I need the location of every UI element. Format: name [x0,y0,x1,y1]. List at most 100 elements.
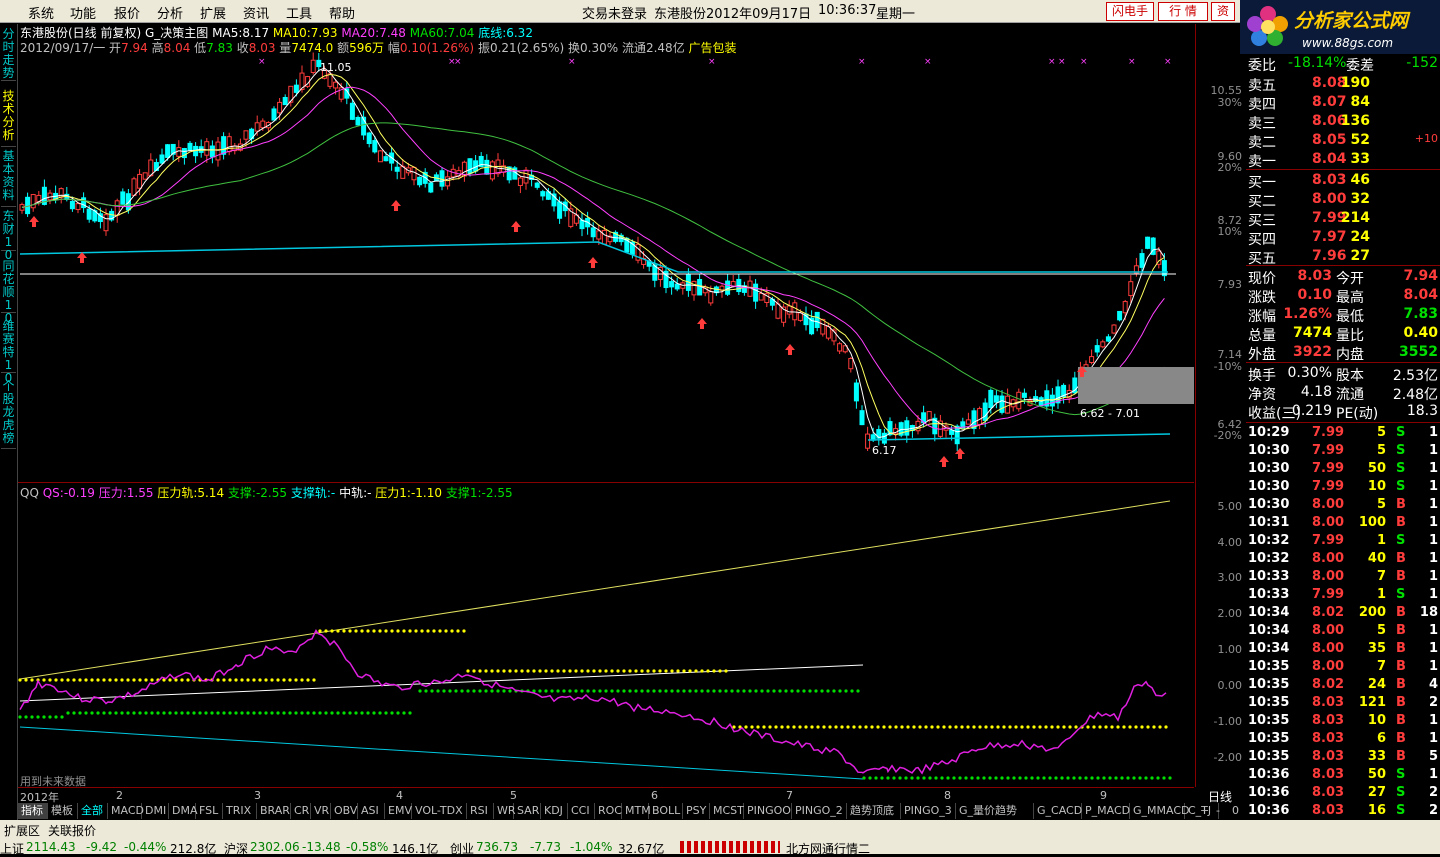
support-dot [424,689,428,693]
tick-row: 10:34 8.00 5 B 1 [1246,622,1440,640]
support-dot [72,711,76,715]
menu-extend[interactable]: 扩展 [200,3,226,22]
indicator-tab[interactable]: ASI [358,803,385,819]
indicator-tab[interactable]: PINGO_3 [901,803,956,819]
candle-body [708,291,714,304]
pressure-dot [1032,725,1036,729]
price-chart-area[interactable]: 东港股份(日线 前复权) G_决策主图 MA5:8.17 MA10:7.93 M… [18,24,1194,482]
indicator-tab[interactable]: WR [494,803,516,819]
ask-row[interactable]: 卖四 8.07 84 [1246,93,1440,113]
support-dot [778,689,782,693]
ask-row[interactable]: 卖三 8.06 136 [1246,112,1440,132]
indicator-pane[interactable]: QQ QS:-0.19 压力:1.55 压力轨:5.14 支撑:-2.55 支撑… [18,482,1194,788]
indicator-tab[interactable]: G_量价趋势 [956,803,1034,819]
zoom-in-button[interactable]: + [1200,804,1209,817]
indicator-tab[interactable]: 模板 [48,803,78,819]
indicator-tab[interactable]: MACD [108,803,144,819]
menu-news[interactable]: 资讯 [243,3,269,22]
indicator-tab[interactable]: G_CACD [1034,803,1082,819]
tab-extension[interactable]: 扩展区 [4,822,40,839]
info-button[interactable]: 资 [1211,2,1235,21]
candle-body [674,283,680,290]
indicator-tab[interactable]: OBV [331,803,358,819]
tab-intraday[interactable]: 分时走势 [1,28,16,81]
indicator-tab[interactable]: PSY [683,803,710,819]
menu-quote[interactable]: 报价 [114,3,140,22]
qq-indicator-chart[interactable] [18,483,1194,788]
tab-dragon-tiger[interactable]: 个股龙虎榜 [1,380,16,449]
pressure-dot [450,629,454,633]
indicator-tab[interactable]: VOL-TDX [412,803,467,819]
zoom-reset-button[interactable]: 0 [1232,804,1239,817]
indicator-tab[interactable]: RSI [467,803,494,819]
indicator-tab[interactable]: PINGOO [744,803,792,819]
menu-function[interactable]: 功能 [70,3,96,22]
news-ticker[interactable]: 北方网通行情二 [786,840,870,857]
indicator-tab[interactable]: VR [311,803,331,819]
pressure-dot [1122,725,1126,729]
indicator-tab[interactable]: G_MMACD [1130,803,1190,819]
pressure-dot [694,669,698,673]
indicator-tab[interactable]: BOLL [649,803,683,819]
bid-row[interactable]: 买二 8.00 32 [1246,190,1440,210]
pressure-dot [762,725,766,729]
bid-row[interactable]: 买四 7.97 24 [1246,228,1440,248]
indicator-tab[interactable]: P_MACD [1082,803,1130,819]
tab-wst[interactable]: 维赛特10 [1,320,16,385]
indicator-tab[interactable]: BRAR [257,803,291,819]
pressure-dot [610,669,614,673]
ask-row[interactable]: 卖五 8.08 190 [1246,74,1440,94]
indicator-tab[interactable]: MCST [710,803,744,819]
ask-row[interactable]: 卖一 8.04 33 [1246,150,1440,170]
indicator-tab[interactable]: FSL [196,803,223,819]
bid-row[interactable]: 买五 7.96 27 [1246,247,1440,267]
zoom-out-button[interactable]: - [1216,804,1220,817]
indicator-tab[interactable]: 趋势顶底 [847,803,901,819]
pressure-dot [90,678,94,682]
tick-price: 7.99 [1312,425,1345,440]
menu-system[interactable]: 系统 [28,3,54,22]
indicator-tab[interactable]: DMI [142,803,169,819]
support-dot [868,776,872,780]
indicator-tab[interactable]: 指标 [18,803,48,819]
indicator-tab[interactable]: PINGO_2 [792,803,847,819]
tab-ths[interactable]: 同花顺10 [1,260,16,325]
tick-count: 1 [1428,587,1438,602]
tab-eastmoney[interactable]: 东财10 [1,210,16,262]
indicator-tab[interactable]: 全部 [78,803,108,819]
bid-row[interactable]: 买一 8.03 46 [1246,171,1440,191]
tab-technical[interactable]: 技术分析 [1,90,16,147]
menu-analysis[interactable]: 分析 [157,3,183,22]
indicator-tab[interactable]: DMA [169,803,198,819]
tick-count: 2 [1428,695,1438,710]
tick-count: 1 [1428,515,1438,530]
indicator-tab[interactable]: KDJ [541,803,568,819]
pressure-dot [900,725,904,729]
market-button[interactable]: 行 情 [1158,2,1208,21]
menu-tools[interactable]: 工具 [286,3,312,22]
indicator-tab[interactable]: SAR [514,803,541,819]
tab-fundamentals[interactable]: 基本资料 [1,150,16,207]
bid-label: 买三 [1248,213,1276,229]
support-dot [168,711,172,715]
indicator-tab[interactable]: CCI [568,803,595,819]
indicator-tab[interactable]: ROC [595,803,622,819]
support-dot [844,689,848,693]
menu-help[interactable]: 帮助 [329,3,355,22]
indicator-tab[interactable]: CR [291,803,311,819]
indicator-tab[interactable]: TRIX [223,803,257,819]
tick-price: 8.03 [1312,767,1345,782]
tab-related-quote[interactable]: 关联报价 [48,822,96,839]
pressure-dot [792,725,796,729]
pressure-dot [676,669,680,673]
indicator-tab[interactable]: EMV [385,803,412,819]
candle-body [881,432,887,444]
ask-row[interactable]: 卖二 8.05 52 +10 [1246,131,1440,151]
candlestick-chart[interactable]: × ×× × × × × × × × × × [18,24,1194,482]
pressure-dot [550,669,554,673]
support-dot [1156,776,1160,780]
flash-trade-button[interactable]: 闪电手 [1106,2,1154,21]
tick-side: S [1396,587,1406,602]
indicator-tab[interactable]: MTM [622,803,651,819]
bid-row[interactable]: 买三 7.99 214 [1246,209,1440,229]
